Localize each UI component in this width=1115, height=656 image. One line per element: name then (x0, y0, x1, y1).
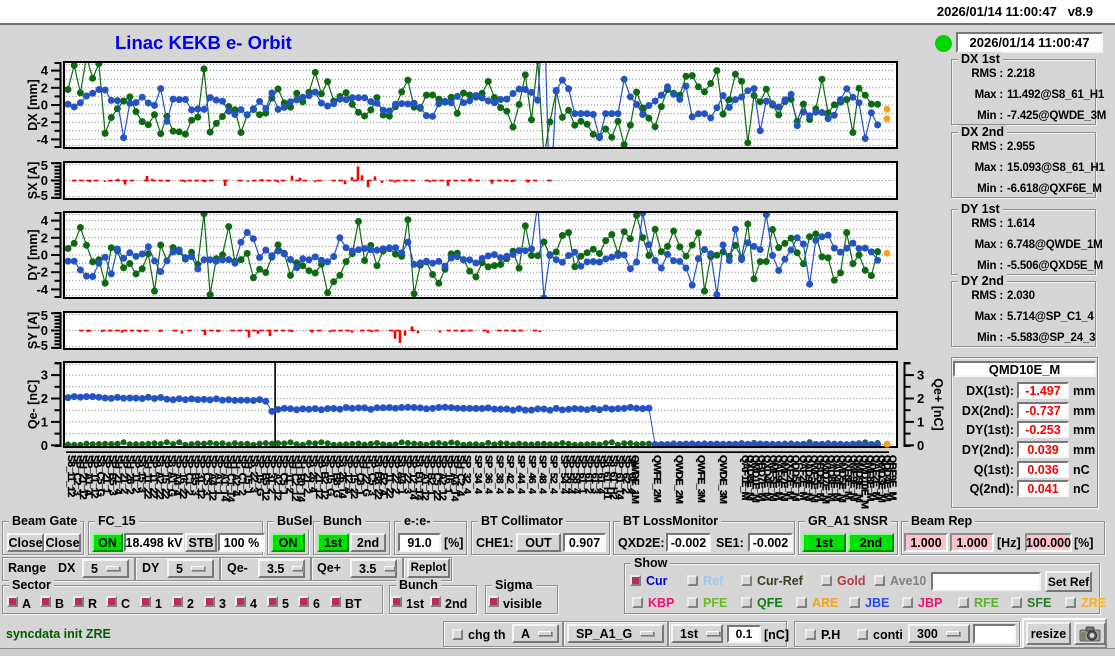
svg-text:QWDE_3M: QWDE_3M (717, 455, 729, 504)
svg-text:QWDE_2M: QWDE_2M (673, 455, 685, 504)
svg-text:3: 3 (917, 368, 924, 383)
svg-text:SP_42_4: SP_42_4 (504, 455, 516, 494)
svg-text:SP_48_4: SP_48_4 (537, 455, 549, 494)
svg-text:0: 0 (41, 98, 48, 113)
svg-text:SP_36_4: SP_36_4 (483, 455, 495, 494)
svg-text:SP_44_4: SP_44_4 (515, 455, 527, 494)
svg-text:0: 0 (41, 438, 48, 453)
svg-text:SP_32_4: SP_32_4 (461, 455, 473, 494)
svg-text:Qe+ [nC]: Qe+ [nC] (931, 378, 945, 430)
svg-text:-4: -4 (36, 132, 48, 147)
svg-text:4: 4 (41, 213, 49, 228)
svg-text:SX [A]: SX [A] (26, 162, 40, 200)
svg-text:DX [mm]: DX [mm] (26, 79, 40, 130)
svg-text:4: 4 (41, 63, 49, 78)
svg-text:2: 2 (41, 391, 48, 406)
svg-text:SP_46_4: SP_46_4 (526, 455, 538, 494)
svg-text:5: 5 (41, 308, 48, 323)
svg-text:SY [A]: SY [A] (26, 312, 40, 349)
svg-text:0: 0 (917, 438, 924, 453)
svg-text:QBF9E_M: QBF9E_M (887, 455, 899, 501)
svg-text:2: 2 (41, 80, 48, 95)
svg-text:QWFE_2M: QWFE_2M (651, 455, 663, 503)
svg-text:5: 5 (41, 158, 48, 173)
svg-text:0: 0 (41, 323, 48, 338)
svg-text:QWDE_1M: QWDE_1M (629, 455, 641, 504)
svg-text:1: 1 (917, 414, 924, 429)
svg-text:DY [mm]: DY [mm] (26, 229, 40, 280)
svg-text:1: 1 (41, 414, 48, 429)
svg-text:SP_38_4: SP_38_4 (493, 455, 505, 494)
svg-text:0: 0 (41, 248, 48, 263)
svg-text:Qe- [nC]: Qe- [nC] (26, 380, 40, 429)
svg-text:-4: -4 (36, 282, 48, 297)
svg-text:3: 3 (41, 368, 48, 383)
svg-text:0: 0 (41, 173, 48, 188)
svg-text:SP_52_4: SP_52_4 (547, 455, 559, 494)
svg-text:2: 2 (917, 391, 924, 406)
svg-text:SP_34_4: SP_34_4 (472, 455, 484, 494)
svg-text:2: 2 (41, 230, 48, 245)
svg-text:QWFE_3M: QWFE_3M (695, 455, 707, 503)
